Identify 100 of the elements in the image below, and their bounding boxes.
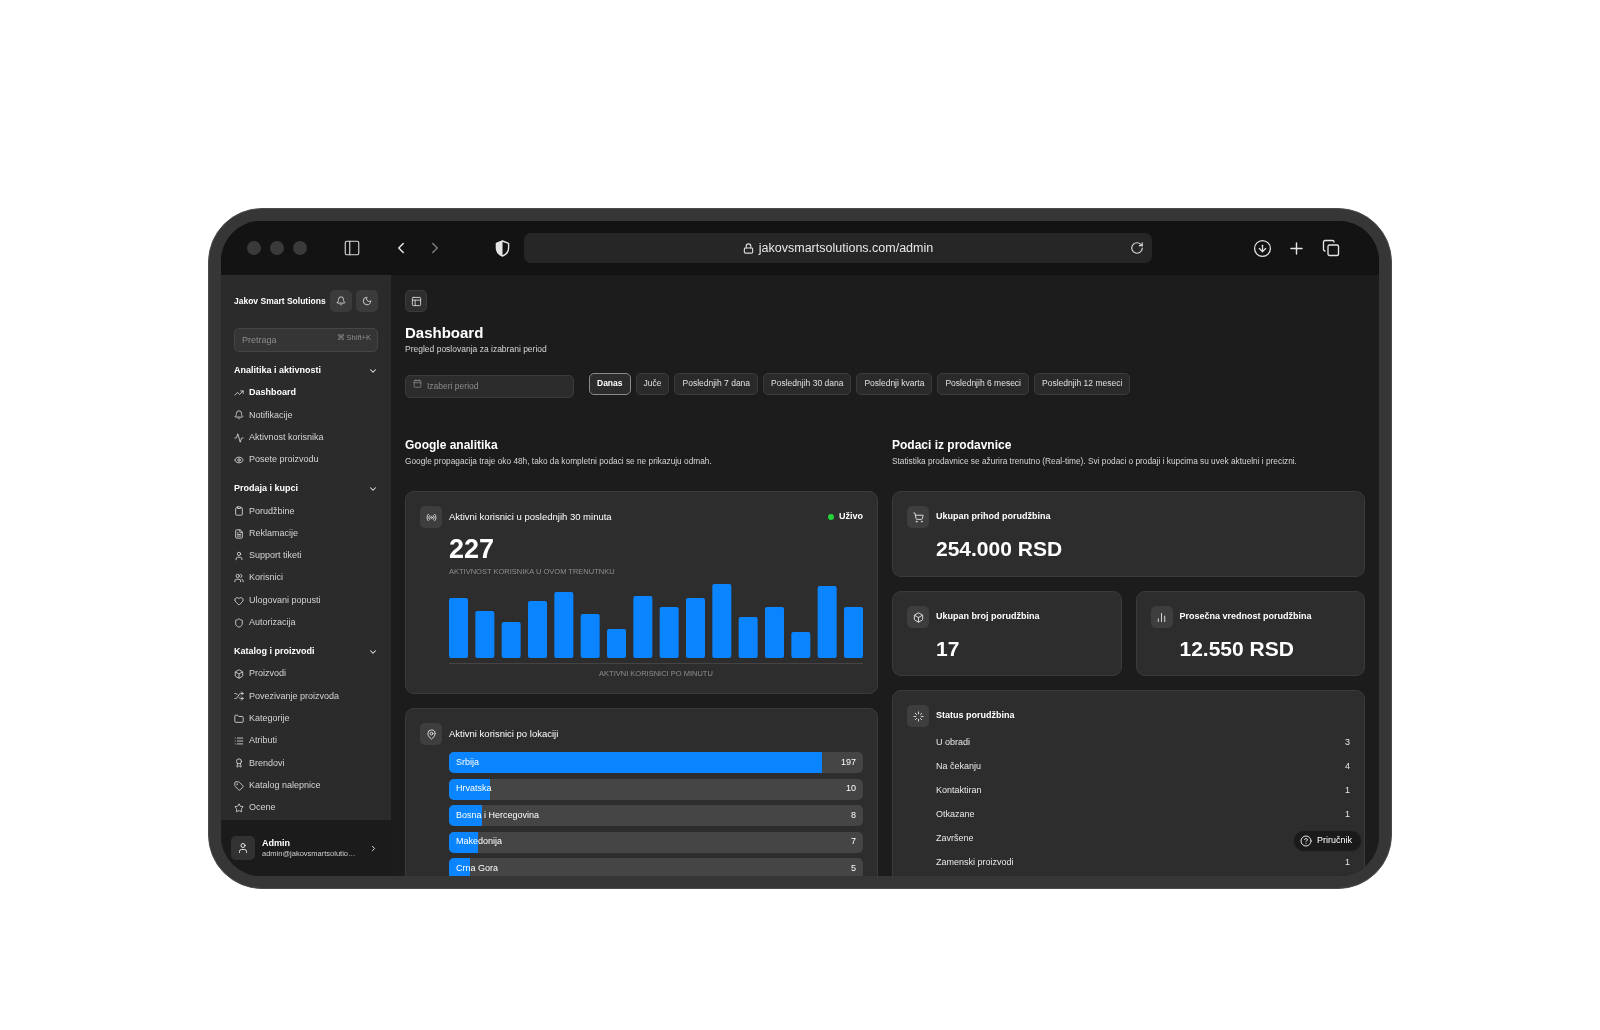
clipboard-icon — [234, 506, 244, 517]
download-icon[interactable] — [1253, 238, 1272, 258]
section-header[interactable]: Analitika i aktivnosti — [221, 364, 391, 378]
location-count: 197 — [840, 755, 856, 769]
award-icon — [234, 758, 244, 769]
bell-icon — [336, 296, 346, 306]
section-description: Google propagacija traje oko 48h, tako da kompletni podaci se ne prikazuju odmah. — [405, 456, 713, 467]
sidebar-item[interactable]: Reklamacije — [221, 522, 391, 545]
brand-name: Jakov Smart Solutions — [234, 294, 327, 308]
stat-label: Prosečna vrednost porudžbina — [1179, 610, 1312, 624]
cart-icon — [907, 506, 929, 528]
sidebar-item[interactable]: Kategorije — [221, 707, 391, 730]
layout-toggle-button[interactable] — [405, 290, 427, 312]
section-header[interactable]: Katalog i proizvodi — [221, 644, 391, 659]
stat-value: 12.550 RSD — [1179, 636, 1295, 661]
location-count: 5 — [851, 861, 856, 875]
tag-icon — [234, 780, 244, 791]
location-count: 8 — [851, 808, 856, 822]
status-label: Otkazane — [936, 808, 975, 822]
loader-icon — [907, 705, 929, 727]
folder-icon — [234, 713, 244, 724]
sidebar-item[interactable]: Katalog nalepnice — [221, 774, 391, 797]
users-icon — [234, 573, 244, 584]
user-name: Admin — [262, 837, 291, 849]
status-count: 1 — [1345, 856, 1350, 870]
sidebar-item[interactable]: Support tiketi — [221, 544, 391, 568]
bar-chart-icon — [1150, 606, 1173, 628]
section-header[interactable]: Prodaja i kupci — [221, 482, 391, 497]
location-name: Bosna i Hercegovina — [456, 808, 540, 822]
status-label: Zamenski proizvodi — [936, 856, 1014, 870]
period-preset-tab[interactable]: Poslednjih 30 dana — [763, 372, 852, 395]
sidebar-item[interactable]: Ocene — [221, 796, 391, 820]
location-count: 10 — [846, 782, 856, 796]
period-preset-tab[interactable]: Danas — [589, 372, 631, 395]
status-label: Završene — [936, 832, 974, 846]
sidebar-item[interactable]: Proizvodi — [221, 662, 391, 686]
sidebar-item[interactable]: Notifikacije — [221, 404, 391, 427]
cube-icon — [234, 669, 244, 680]
period-preset-tab[interactable]: Poslednjih 12 meseci — [1034, 372, 1131, 395]
location-name: Srbija — [456, 755, 479, 769]
card-title: Status porudžbina — [936, 709, 1015, 723]
sidebar-item[interactable]: Brendovi — [221, 752, 391, 775]
theme-toggle-button[interactable] — [356, 290, 378, 312]
pulse-line-icon — [234, 432, 244, 443]
broadcast-icon — [420, 506, 442, 528]
sidebar-item[interactable]: Korisnici — [221, 567, 391, 590]
sidebar-item[interactable]: Porudžbine — [221, 500, 391, 523]
sidebar-item[interactable]: Povezivanje proizvoda — [221, 685, 391, 708]
address-bar[interactable]: jakovsmartsolutions.com/admin — [524, 233, 1152, 263]
page-title: Dashboard — [405, 324, 485, 342]
sidebar-item[interactable]: Atributi — [221, 729, 391, 753]
notifications-button[interactable] — [330, 290, 352, 312]
period-preset-tab[interactable]: Juče — [635, 372, 670, 395]
status-count: 1 — [1345, 808, 1350, 822]
list-icon — [234, 736, 244, 746]
section-description: Statistika prodavnice se ažurira trenutno (Real-time). Svi podaci o prodaji i kupcima su uvek aktuelni i precizni. — [892, 456, 1298, 467]
status-count: 4 — [1345, 760, 1350, 774]
url-text: jakovsmartsolutions.com/admin — [758, 239, 934, 257]
calendar-icon — [413, 379, 422, 388]
sidebar-item[interactable]: Dashboard — [221, 382, 391, 405]
chevron-right-icon — [369, 843, 378, 853]
stat-label: Ukupan broj porudžbina — [936, 610, 1040, 624]
stat-value: 254.000 RSD — [936, 536, 1064, 561]
user-avatar-icon — [231, 836, 255, 860]
sidebar-item[interactable]: Posete proizvodu — [221, 448, 391, 472]
star-icon — [234, 802, 244, 813]
shield-icon — [234, 617, 244, 628]
status-count: 1 — [1345, 784, 1350, 798]
map-pin-icon — [420, 723, 442, 745]
status-label: Na čekanju — [936, 760, 982, 774]
date-range-field[interactable]: Izaberi period — [405, 374, 574, 398]
lock-icon — [742, 242, 754, 254]
help-icon — [1300, 835, 1312, 847]
help-button[interactable]: Priručnik — [1293, 830, 1362, 852]
moon-icon — [362, 296, 372, 306]
status-count: 3 — [1345, 736, 1350, 750]
card-title: Aktivni korisnici po lokaciji — [449, 726, 559, 741]
period-preset-tab[interactable]: Poslednji kvarta — [856, 372, 933, 395]
cube-icon — [907, 606, 929, 628]
active-user-count: 227 — [449, 533, 496, 565]
stat-value: 17 — [936, 636, 961, 661]
chevron-down-icon — [368, 366, 378, 376]
layout-icon — [410, 295, 422, 307]
sidebar-item[interactable]: Aktivnost korisnika — [221, 426, 391, 449]
document-icon — [234, 528, 244, 539]
section-title: Google analitika — [405, 438, 499, 453]
user-icon — [234, 550, 244, 561]
period-preset-tab[interactable]: Poslednjih 7 dana — [674, 372, 759, 395]
tabs-overview-icon[interactable] — [1322, 239, 1340, 257]
reload-icon[interactable] — [1130, 241, 1144, 255]
period-preset-tab[interactable]: Poslednjih 6 meseci — [937, 372, 1029, 395]
sidebar-item[interactable]: Ulogovani popusti — [221, 589, 391, 612]
eye-icon — [234, 455, 244, 466]
privacy-shield-icon[interactable] — [495, 239, 510, 257]
status-label: Kontaktiran — [936, 784, 982, 798]
shuffle-icon — [234, 691, 244, 702]
status-label: U obradi — [936, 736, 971, 750]
page-subtitle: Pregled poslovanja za izabrani period — [405, 344, 548, 355]
sidebar-item[interactable]: Autorizacija — [221, 611, 391, 634]
bell-icon — [234, 410, 244, 421]
